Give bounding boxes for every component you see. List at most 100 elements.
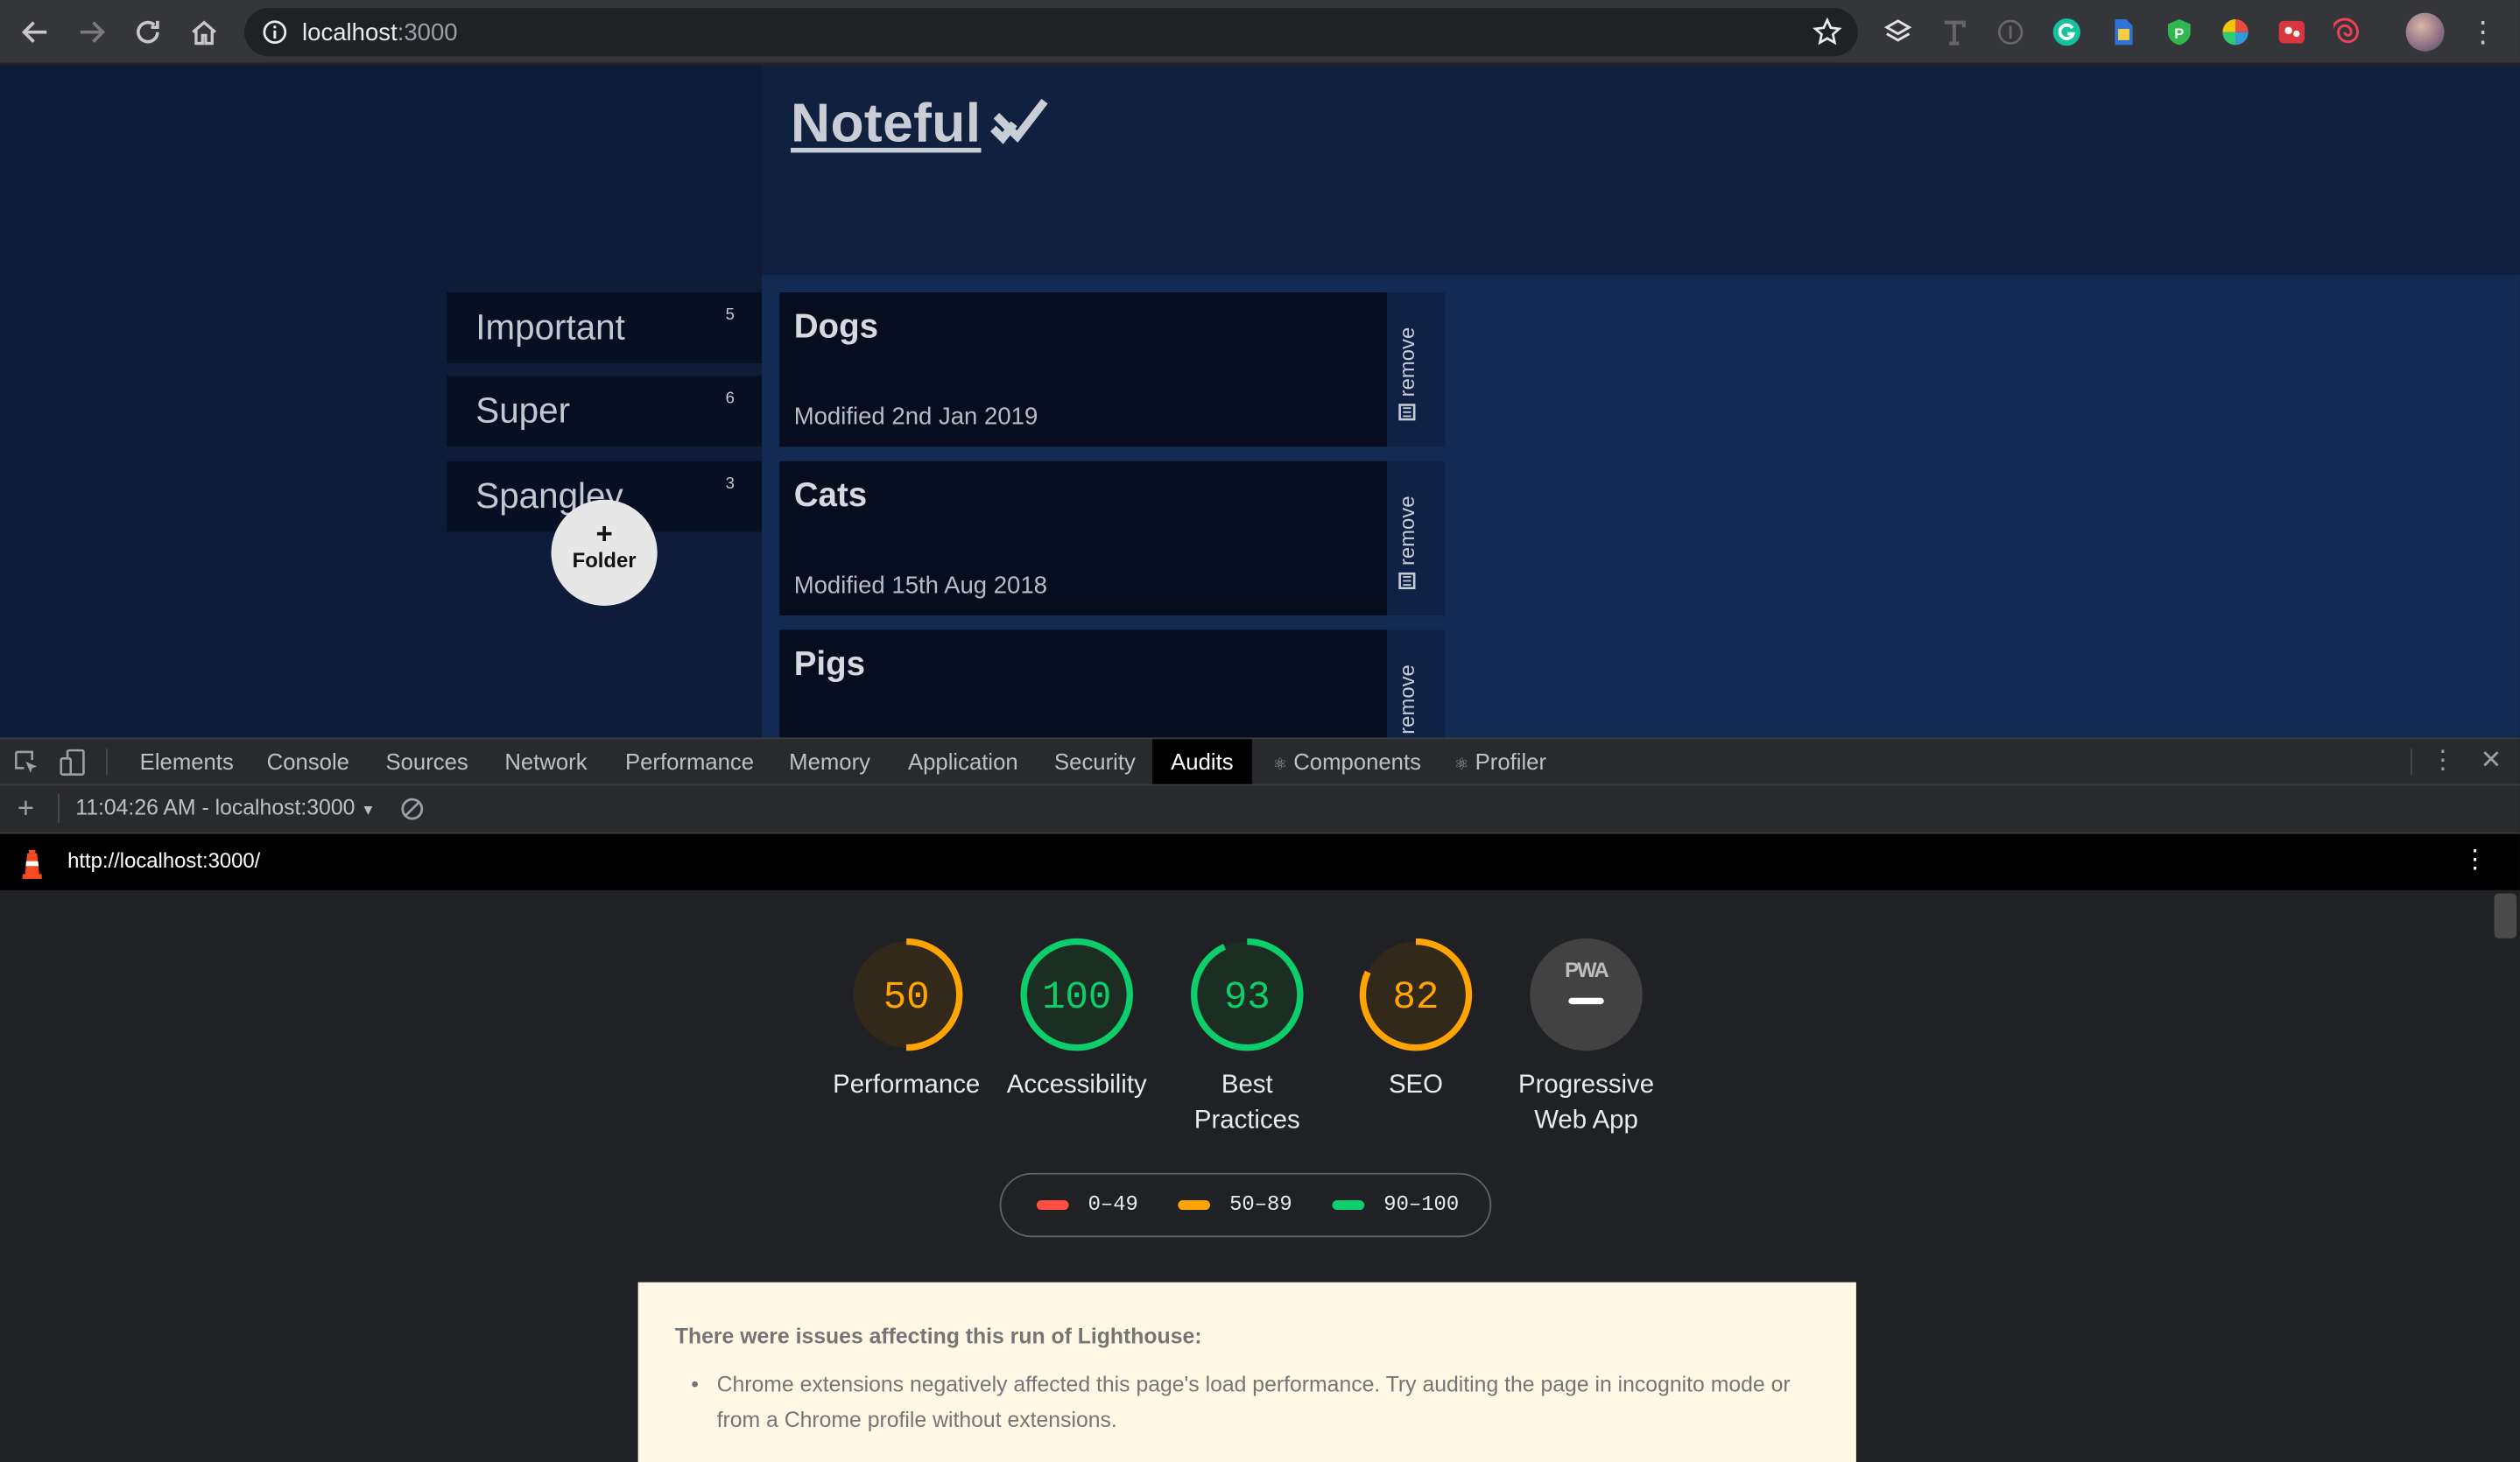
gauge-score: 82 [1393,976,1439,1020]
layers-extension-icon[interactable] [1883,18,1912,46]
pwa-gauge[interactable]: PWA [1528,937,1644,1052]
gauge-label: SEO [1388,1072,1443,1100]
folder-item-important[interactable]: Important 5 [447,292,762,363]
audits-toolbar: + 11:04:26 AM - localhost:3000 ▼ [0,785,2520,834]
folder-name: Super [475,390,571,431]
lighthouse-logo-icon [22,849,42,879]
bookmark-star-icon[interactable] [1813,18,1842,46]
seo-gauge[interactable]: 82 [1358,937,1474,1052]
profile-avatar[interactable] [2405,12,2445,52]
address-bar[interactable]: localhost:3000 [243,8,1858,57]
t-extension-icon[interactable] [1939,18,1968,46]
react-icon: ⚛ [1454,756,1469,775]
forward-button[interactable] [73,13,111,52]
folder-note-count: 5 [725,306,735,325]
app-title-link[interactable]: Noteful [791,93,981,156]
tab-components[interactable]: ⚛ Components [1273,739,1421,784]
color-picker-extension-icon[interactable] [2221,18,2250,46]
reload-button[interactable] [129,13,167,52]
add-folder-button[interactable]: + Folder [551,499,658,606]
note-modified-date: Modified 15th Aug 2018 [793,572,1047,600]
gauge-label: Progressive Web App [1517,1072,1655,1135]
document-extension-icon[interactable] [2108,18,2137,46]
note-card[interactable]: Pigs remove [779,629,1446,738]
info-icon[interactable] [262,19,287,45]
clear-reports-icon[interactable] [400,797,425,821]
close-devtools-icon[interactable]: ✕ [2478,739,2503,784]
note-title[interactable]: Pigs [794,646,865,685]
red-extension-icon[interactable] [2277,18,2306,46]
report-url[interactable]: http://localhost:3000/ [67,848,260,873]
add-folder-label: Folder [572,547,637,573]
note-body[interactable]: Dogs Modified 2nd Jan 2019 [779,292,1387,447]
gauge-score: 100 [1042,976,1111,1020]
report-select[interactable]: 11:04:26 AM - localhost:3000 ▼ [75,796,375,820]
gauge-label: Performance [833,1072,981,1100]
note-modified-date: Modified 2nd Jan 2019 [793,403,1038,431]
divider [106,749,108,775]
score-legend: 0–49 50–89 90–100 [999,1172,1492,1238]
browser-menu-icon[interactable]: ⋮ [2468,15,2497,50]
legend-item-pass: 90–100 [1332,1192,1459,1216]
trash-icon [1398,572,1416,590]
report-menu-icon[interactable]: ⋮ [2462,844,2488,879]
remove-label: remove [1395,496,1419,566]
svg-text:P: P [2174,26,2184,42]
inspect-element-icon[interactable] [13,749,40,776]
home-button[interactable] [185,13,223,52]
info-extension-icon[interactable] [1996,18,2025,46]
browser-toolbar: localhost:3000 P ⋮ [0,0,2520,65]
accessibility-gauge[interactable]: 100 [1019,937,1135,1052]
note-title[interactable]: Dogs [794,308,878,347]
tab-application[interactable]: Application [908,739,1018,784]
arrow-left-icon [21,21,47,44]
remove-label: remove [1395,664,1419,735]
remove-note-button[interactable]: remove [1386,292,1446,447]
devtools-menu-icon[interactable]: ⋮ [2430,739,2455,784]
legend-swatch [1036,1199,1069,1210]
tab-performance[interactable]: Performance [625,739,754,784]
note-card[interactable]: Dogs Modified 2nd Jan 2019 remove [779,292,1446,447]
tab-audits[interactable]: Audits [1151,739,1252,784]
address-url: localhost:3000 [302,19,458,47]
spiral-extension-icon[interactable] [2333,18,2362,46]
reload-icon [137,20,159,44]
dropdown-arrow-icon: ▼ [361,801,376,819]
tab-security[interactable]: Security [1054,739,1136,784]
pwa-dash-icon [1568,997,1604,1005]
folder-item-super[interactable]: Super 6 [447,376,762,447]
gauge-label: Accessibility [1006,1072,1147,1100]
legend-swatch [1332,1199,1365,1210]
note-title[interactable]: Cats [794,477,868,516]
device-toolbar-icon[interactable] [60,749,87,776]
lighthouse-topbar: http://localhost:3000/ ⋮ [0,833,2520,890]
tab-sources[interactable]: Sources [385,739,468,784]
note-body[interactable]: Cats Modified 15th Aug 2018 [779,460,1387,615]
tab-profiler[interactable]: ⚛ Profiler [1454,739,1546,784]
legend-item-fail: 0–49 [1036,1192,1138,1216]
new-audit-plus-icon[interactable]: + [13,791,39,826]
tab-elements[interactable]: Elements [140,739,234,784]
pwa-badge: PWA [1565,959,1608,982]
note-body[interactable]: Pigs [779,629,1387,738]
gauge-label: Best Practices [1193,1072,1300,1135]
note-card[interactable]: Cats Modified 15th Aug 2018 remove [779,460,1446,615]
home-icon [192,20,217,46]
tab-memory[interactable]: Memory [789,739,870,784]
shield-extension-icon[interactable]: P [2165,18,2193,46]
react-icon: ⚛ [1272,756,1288,775]
grammarly-icon[interactable] [2052,18,2081,46]
back-button[interactable] [16,13,54,52]
bullet-icon: • [691,1372,699,1396]
tab-console[interactable]: Console [267,739,349,784]
remove-note-button[interactable]: remove [1386,629,1446,738]
plus-icon: + [595,517,613,550]
legend-item-average: 50–89 [1178,1192,1292,1216]
tab-network[interactable]: Network [504,739,587,784]
best-practices-gauge[interactable]: 93 [1189,937,1305,1052]
performance-gauge[interactable]: 50 [848,937,964,1052]
remove-note-button[interactable]: remove [1386,460,1446,615]
gauge-score: 50 [883,976,930,1020]
report-scrollbar[interactable] [2494,893,2517,938]
divider [58,793,60,823]
